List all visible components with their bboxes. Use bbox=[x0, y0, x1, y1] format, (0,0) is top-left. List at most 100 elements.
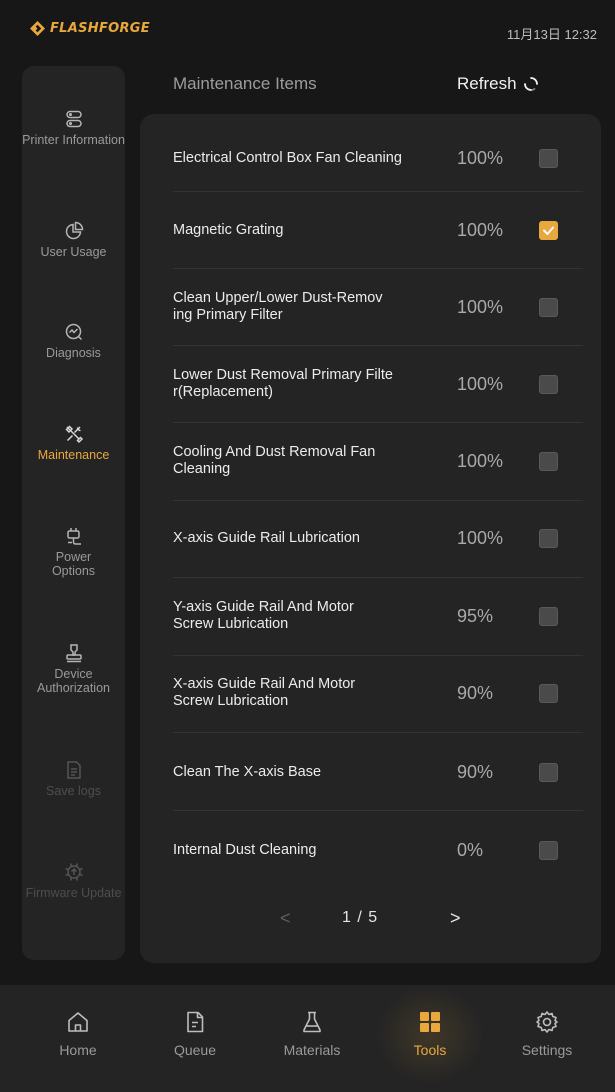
flask-icon bbox=[303, 1011, 321, 1033]
maintenance-item-checkbox[interactable] bbox=[539, 606, 558, 626]
maintenance-item-checkbox[interactable] bbox=[539, 528, 558, 548]
page-title: Maintenance Items bbox=[173, 74, 317, 93]
divider bbox=[173, 732, 583, 733]
maintenance-item-checkbox[interactable] bbox=[539, 451, 558, 471]
maintenance-item-checkbox[interactable] bbox=[539, 148, 558, 168]
gear-icon bbox=[536, 1011, 558, 1033]
bottom-nav: Home Queue Materials Tools Settings bbox=[0, 985, 615, 1092]
clock: 11月13日 12:32 bbox=[506, 27, 597, 42]
nav-tab-label: Settings bbox=[521, 1042, 573, 1058]
maintenance-item-name: Magnetic Grating bbox=[173, 221, 284, 238]
divider bbox=[173, 191, 583, 192]
nav-tab-settings[interactable]: Settings bbox=[502, 1010, 592, 1058]
divider bbox=[173, 810, 583, 811]
list-item[interactable]: Clean The X-axis Base 90% bbox=[173, 755, 583, 789]
sidebar-item-label: Device Authorization bbox=[37, 667, 110, 695]
document-icon bbox=[66, 761, 81, 779]
pie-chart-icon bbox=[65, 221, 83, 240]
list-item[interactable]: Lower Dust Removal Primary Filte r(Repla… bbox=[173, 364, 583, 404]
refresh-icon bbox=[523, 77, 538, 91]
list-item[interactable]: X-axis Guide Rail And Motor Screw Lubric… bbox=[173, 673, 583, 713]
maintenance-item-checkbox[interactable] bbox=[539, 840, 558, 860]
sidebar-item-maintenance[interactable]: Maintenance bbox=[22, 424, 125, 462]
maintenance-item-checkbox[interactable] bbox=[539, 297, 558, 317]
queue-document-icon bbox=[187, 1011, 204, 1033]
maintenance-item-percent: 0% bbox=[457, 839, 484, 860]
sidebar-item-power-options[interactable]: Power Options bbox=[22, 526, 125, 578]
list-item[interactable]: Magnetic Grating 100% bbox=[173, 213, 583, 247]
maintenance-item-checkbox[interactable] bbox=[539, 683, 558, 703]
sidebar-item-label: Save logs bbox=[46, 784, 101, 798]
nav-tab-label: Home bbox=[59, 1042, 97, 1058]
maintenance-item-percent: 95% bbox=[457, 605, 494, 626]
maintenance-item-name: Internal Dust Cleaning bbox=[173, 841, 317, 858]
nav-tab-materials[interactable]: Materials bbox=[267, 1010, 357, 1058]
printer-info-icon bbox=[65, 110, 82, 128]
sidebar-item-label: Firmware Update bbox=[25, 886, 122, 900]
maintenance-item-checkbox[interactable] bbox=[539, 374, 558, 394]
maintenance-item-checkbox[interactable] bbox=[539, 220, 558, 240]
prev-page-button[interactable]: < bbox=[280, 908, 291, 929]
refresh-button[interactable]: Refresh bbox=[457, 74, 539, 94]
refresh-label: Refresh bbox=[457, 74, 517, 93]
sidebar-item-save-logs[interactable]: Save logs bbox=[22, 760, 125, 798]
list-item[interactable]: Internal Dust Cleaning 0% bbox=[173, 833, 583, 867]
maintenance-item-name: X-axis Guide Rail Lubrication bbox=[173, 529, 360, 546]
sidebar-item-label: Maintenance bbox=[37, 448, 110, 462]
maintenance-item-name: Clean The X-axis Base bbox=[173, 763, 322, 780]
maintenance-item-name: Electrical Control Box Fan Cleaning bbox=[173, 149, 402, 166]
maintenance-item-name: Clean Upper/Lower Dust-Remov ing Primary… bbox=[173, 290, 383, 323]
sidebar-item-label: User Usage bbox=[40, 245, 107, 259]
page-indicator: 1 / 5 bbox=[342, 909, 379, 926]
nav-tab-tools[interactable]: Tools bbox=[385, 1010, 475, 1058]
checkmark-icon bbox=[543, 226, 554, 235]
maintenance-item-percent: 100% bbox=[457, 219, 504, 240]
sidebar-item-label: Power Options bbox=[51, 550, 96, 578]
divider bbox=[173, 655, 583, 656]
divider bbox=[173, 577, 583, 578]
divider bbox=[173, 268, 583, 269]
maintenance-item-checkbox[interactable] bbox=[539, 762, 558, 782]
maintenance-item-percent: 90% bbox=[457, 761, 494, 782]
maintenance-item-percent: 100% bbox=[457, 527, 504, 548]
divider bbox=[173, 422, 583, 423]
list-item[interactable]: Clean Upper/Lower Dust-Remov ing Primary… bbox=[173, 287, 583, 327]
sidebar-item-device-authorization[interactable]: Device Authorization bbox=[22, 643, 125, 695]
divider bbox=[173, 345, 583, 346]
nav-tab-home[interactable]: Home bbox=[33, 1010, 123, 1058]
wrench-screwdriver-icon bbox=[64, 425, 83, 444]
plug-icon bbox=[66, 528, 81, 545]
maintenance-item-name: X-axis Guide Rail And Motor Screw Lubric… bbox=[173, 676, 356, 709]
sidebar-item-user-usage[interactable]: User Usage bbox=[22, 221, 125, 259]
sidebar-item-firmware-update[interactable]: Firmware Update bbox=[22, 862, 125, 900]
list-item[interactable]: X-axis Guide Rail Lubrication 100% bbox=[173, 521, 583, 555]
nav-tab-label: Materials bbox=[283, 1042, 341, 1058]
list-item[interactable]: Y-axis Guide Rail And Motor Screw Lubric… bbox=[173, 596, 583, 636]
maintenance-item-percent: 100% bbox=[457, 373, 504, 394]
brand-logo: FLASHFORGE bbox=[30, 21, 150, 36]
tools-grid-icon bbox=[420, 1012, 440, 1032]
sidebar-item-label: Diagnosis bbox=[46, 346, 101, 360]
sidebar-item-label: Printer Information bbox=[22, 133, 125, 147]
maintenance-item-percent: 100% bbox=[457, 296, 504, 317]
brand-name: FLASHFORGE bbox=[50, 21, 150, 36]
nav-tab-queue[interactable]: Queue bbox=[150, 1010, 240, 1058]
next-page-button[interactable]: > bbox=[450, 908, 461, 929]
list-item[interactable]: Electrical Control Box Fan Cleaning 100% bbox=[173, 141, 583, 175]
maintenance-item-name: Cooling And Dust Removal Fan Cleaning bbox=[173, 444, 376, 477]
diagnosis-icon bbox=[65, 323, 82, 341]
home-icon bbox=[68, 1012, 88, 1032]
maintenance-item-name: Lower Dust Removal Primary Filte r(Repla… bbox=[173, 367, 393, 400]
nav-tab-label: Tools bbox=[413, 1042, 447, 1058]
maintenance-item-percent: 100% bbox=[457, 147, 504, 168]
flashforge-logo-icon bbox=[30, 21, 45, 36]
pagination: < 1 / 5 > bbox=[270, 908, 470, 932]
firmware-update-icon bbox=[65, 863, 82, 881]
maintenance-item-percent: 90% bbox=[457, 682, 494, 703]
sidebar-item-printer-information[interactable]: Printer Information bbox=[22, 109, 125, 147]
divider bbox=[173, 500, 583, 501]
list-item[interactable]: Cooling And Dust Removal Fan Cleaning 10… bbox=[173, 441, 583, 481]
maintenance-item-percent: 100% bbox=[457, 450, 504, 471]
sidebar-item-diagnosis[interactable]: Diagnosis bbox=[22, 322, 125, 360]
tools-sidebar bbox=[22, 66, 125, 960]
